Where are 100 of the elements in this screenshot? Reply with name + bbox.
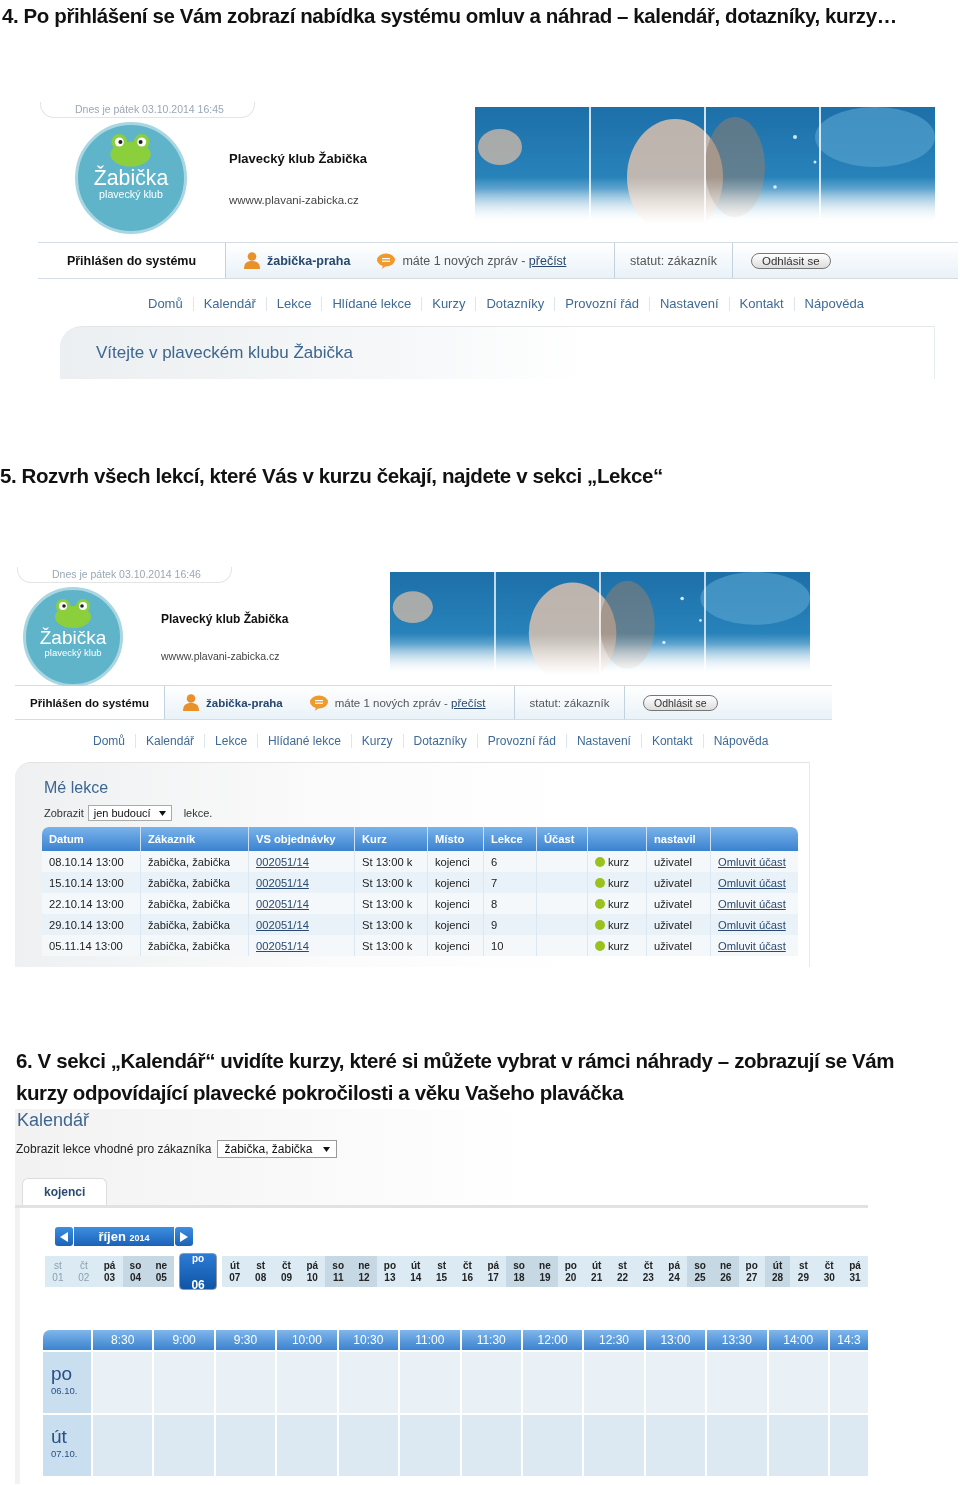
time-slot [400,1415,460,1476]
day-tab[interactable]: so 11 [325,1256,352,1287]
day-tab[interactable]: út 14 [402,1256,429,1287]
day-tab[interactable]: so 04 [122,1256,149,1287]
table-cell: St 13:00 k [354,872,427,893]
day-tab[interactable]: čt 30 [816,1256,843,1287]
page-title: Kalendář [16,1109,91,1131]
tab[interactable]: kojenci [22,1178,108,1205]
day-tab[interactable]: pá 03 [96,1256,123,1287]
nav-link[interactable]: Nápověda [702,734,779,748]
nav-link[interactable]: Hlídané lekce [321,297,422,311]
chat-icon [377,252,396,269]
time-header: 9:30 [215,1330,276,1350]
day-tab[interactable]: pá 24 [661,1256,688,1287]
day-tab[interactable]: ne 19 [532,1256,558,1287]
nav-link[interactable]: Nápověda [793,297,874,311]
logout-button[interactable]: Odhlásit se [751,252,831,269]
month-button[interactable]: říjen 2014 [74,1227,174,1246]
nav-link[interactable]: Hlídané lekce [257,734,351,748]
day-tab[interactable]: so 25 [687,1256,713,1287]
row-header: po 06.10. [43,1352,91,1413]
time-slot [584,1415,644,1476]
time-header: 12:30 [584,1330,644,1350]
table-cell: žabička, žabička [140,935,248,956]
caret-icon [158,810,166,816]
panel-title: Mé lekce [44,778,110,798]
nav-link[interactable]: Provozní řád [476,734,566,748]
time-slot [93,1415,153,1476]
day-tab[interactable]: út 07 [221,1256,248,1287]
filter-select[interactable]: jen budoucí [87,805,172,821]
nav-link[interactable]: Lekce [204,734,258,748]
nav-link[interactable]: Domů [138,297,193,311]
time-slot [154,1415,214,1476]
time-slot [461,1415,521,1476]
day-tab[interactable]: pá 10 [299,1256,326,1287]
table-cell: žabička, žabička [140,851,248,872]
read-link[interactable]: přečíst [528,253,567,268]
status-dot [595,898,605,909]
day-tab[interactable]: ne 12 [351,1256,377,1287]
next-month-button[interactable] [175,1227,193,1246]
day-tab[interactable]: pá 31 [842,1256,868,1287]
table-cell: žabička, žabička [140,893,248,914]
nav-link[interactable]: Kurzy [421,297,476,311]
table-cell: St 13:00 k [354,893,427,914]
time-slot [645,1415,706,1476]
day-tab[interactable]: po 27 [738,1256,765,1287]
nav-link[interactable]: Domů [83,734,135,748]
frog-icon [52,598,94,628]
day-tab[interactable]: st 08 [247,1256,274,1287]
section-heading: 5. Rozvrh všech lekcí, které Vás v kurzu čekají, najdete v sekci „Lekce“ [0,463,664,489]
day-tab[interactable]: čt 16 [454,1256,481,1287]
nav-link[interactable]: Kontakt [640,734,703,748]
day-tab[interactable]: po 13 [376,1256,403,1287]
filter-label: Zobrazit [44,807,84,819]
day-tab[interactable]: ne 26 [712,1256,739,1287]
club-name: Plavecký klub Žabička [161,612,289,627]
day-tab[interactable]: st 15 [428,1256,455,1287]
day-tab[interactable]: po 20 [557,1256,584,1287]
read-link[interactable]: přečíst [451,696,486,709]
nav-link[interactable]: Kurzy [350,734,403,748]
table-cell: uživatel [646,914,710,935]
day-tab[interactable]: čt 09 [273,1256,300,1287]
day-tab[interactable]: út 28 [764,1256,791,1287]
table-cell: 10 [483,935,536,956]
nav-link[interactable]: Nastavení [565,734,641,748]
nav-link[interactable]: Nastavení [648,297,729,311]
table-cell: žabička, žabička [140,914,248,935]
nav-link[interactable]: Kalendář [135,734,205,748]
right-arrow-icon [180,1231,188,1242]
time-slot [522,1415,583,1476]
chat-icon [309,694,328,711]
day-tab[interactable]: so 18 [506,1256,533,1287]
user-icon [244,252,260,269]
nav-link[interactable]: Dotazníky [402,734,477,748]
day-tab[interactable]: st 22 [609,1256,636,1287]
column-header: Lekce [483,827,536,851]
day-tab[interactable]: po 06 [179,1253,217,1290]
logout-button[interactable]: Odhlásit se [643,694,718,711]
day-tab[interactable]: ne 05 [148,1256,175,1287]
username: žabička-praha [206,696,283,709]
day-tab[interactable]: st 29 [790,1256,817,1287]
nav-link[interactable]: Kalendář [192,297,266,311]
day-tab[interactable]: pá 17 [480,1256,507,1287]
previous-month-button[interactable] [55,1227,73,1246]
logo-subtitle: plavecký klub [44,647,102,659]
time-slot [707,1415,767,1476]
table-cell: žabička, žabička [140,872,248,893]
day-tab[interactable]: čt 23 [635,1256,662,1287]
table-cell: 9 [483,914,536,935]
nav-link[interactable]: Provozní řád [554,297,649,311]
nav-link[interactable]: Kontakt [728,297,794,311]
nav-link[interactable]: Lekce [265,297,322,311]
day-tab[interactable]: út 21 [583,1256,610,1287]
table-cell: kojenci [427,851,483,872]
time-slot [338,1415,399,1476]
table-cell: 8 [483,893,536,914]
nav-link[interactable]: Dotazníky [475,297,555,311]
customer-select[interactable]: žabička, žabička [217,1140,337,1158]
login-status: Přihlášen do systému [38,243,226,278]
table-cell: St 13:00 k [354,851,427,872]
